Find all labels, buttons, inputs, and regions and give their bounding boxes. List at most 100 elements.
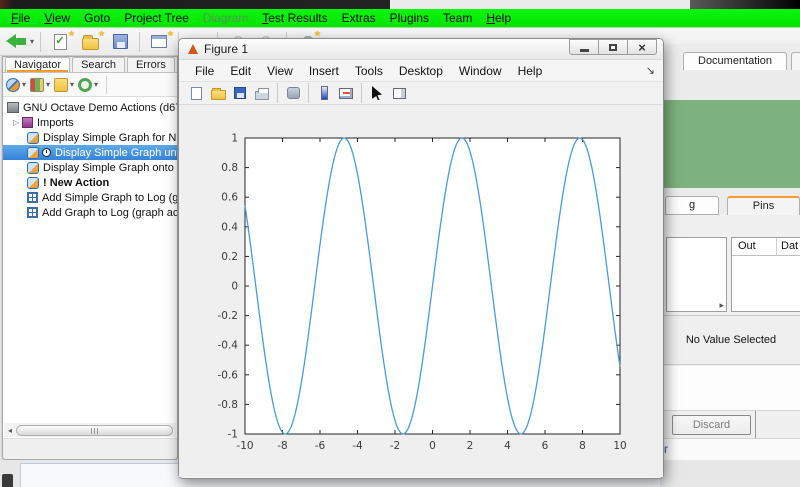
dock-figure-icon[interactable]: ↘: [646, 64, 655, 77]
tree-item[interactable]: ▷Imports: [3, 115, 177, 130]
folder-button[interactable]: ★: [77, 30, 103, 54]
pins-table[interactable]: Out Dat: [731, 237, 800, 312]
link-fragment[interactable]: r: [664, 442, 668, 456]
link-button[interactable]: [283, 83, 303, 103]
figure-menu-edit[interactable]: Edit: [222, 64, 259, 78]
link-row: r: [662, 438, 800, 460]
inspector-icon: [393, 88, 406, 99]
dropdown-caret-icon[interactable]: ▾: [94, 80, 98, 89]
save-button[interactable]: [107, 30, 133, 54]
tree-item-label: Display Simple Graph until: [55, 147, 177, 159]
refresh-button[interactable]: ▾: [78, 78, 98, 92]
tree-item[interactable]: Display Simple Graph until: [3, 145, 177, 160]
checkdoc-button[interactable]: ✓★: [47, 30, 73, 54]
scroll-right-icon[interactable]: ▸: [719, 300, 724, 311]
newwin-button[interactable]: ★: [146, 30, 172, 54]
discard-button[interactable]: Discard: [672, 415, 751, 435]
colorbar-button[interactable]: [314, 83, 334, 103]
svg-text:1: 1: [231, 133, 238, 145]
tree-item[interactable]: Display Simple Graph for N Se: [3, 130, 177, 145]
star-badge: ★: [314, 29, 321, 38]
back-icon: [6, 34, 28, 49]
tab-fragment[interactable]: [791, 52, 800, 70]
figure-menu-insert[interactable]: Insert: [301, 64, 347, 78]
horizontal-scrollbar[interactable]: ◂: [4, 423, 176, 437]
cursor-button[interactable]: [367, 83, 387, 103]
tab-documentation[interactable]: Documentation: [683, 52, 787, 70]
svg-text:0.2: 0.2: [221, 251, 238, 263]
restore-icon: [609, 44, 617, 51]
figure-titlebar[interactable]: Figure 1 ×: [179, 39, 663, 60]
bottom-left-widget: [2, 474, 13, 487]
newwin-icon: [151, 35, 167, 48]
figure-menu-help[interactable]: Help: [510, 64, 551, 78]
menu-item-project-tree[interactable]: Project Tree: [117, 11, 196, 25]
legend-button[interactable]: [336, 83, 356, 103]
figure-menu-tools[interactable]: Tools: [347, 64, 391, 78]
cabinet-icon: [7, 102, 19, 113]
checkdoc-icon: ✓: [54, 34, 67, 50]
restore-button[interactable]: [598, 39, 628, 55]
menu-item-plugins[interactable]: Plugins: [383, 11, 436, 25]
scroll-left-icon[interactable]: ◂: [4, 426, 16, 435]
tree-item-label: Display Simple Graph onto File: [43, 162, 177, 174]
save-button[interactable]: [230, 83, 250, 103]
dropdown-caret-icon[interactable]: ▾: [30, 37, 34, 46]
menu-item-file[interactable]: File: [4, 11, 37, 25]
figure-menu-view[interactable]: View: [259, 64, 301, 78]
close-button[interactable]: ×: [627, 39, 657, 55]
menu-item-goto[interactable]: Goto: [77, 11, 117, 25]
expander-icon[interactable]: ▷: [13, 118, 22, 127]
star-badge: ★: [68, 29, 75, 38]
dropdown-caret-icon[interactable]: ▾: [46, 80, 50, 89]
green-status-panel: [662, 100, 800, 188]
menu-item-view[interactable]: View: [37, 11, 77, 25]
tab-search[interactable]: Search: [72, 57, 125, 72]
new-test-button[interactable]: ▾: [6, 78, 26, 92]
new-table-button[interactable]: ▾: [30, 78, 50, 92]
new-icon: [191, 87, 202, 100]
svg-text:-4: -4: [352, 440, 363, 452]
menu-item-test-results[interactable]: Test Results: [255, 11, 334, 25]
svg-text:4: 4: [504, 440, 511, 452]
dropdown-caret-icon[interactable]: ▾: [22, 80, 26, 89]
clock-icon: [42, 148, 51, 157]
scrollbar-thumb[interactable]: [16, 425, 173, 436]
menu-item-help[interactable]: Help: [479, 11, 518, 25]
open-button[interactable]: [208, 83, 228, 103]
new-folder-button[interactable]: ▾: [54, 78, 74, 92]
cursor-icon: [372, 86, 382, 100]
menu-item-team[interactable]: Team: [436, 11, 479, 25]
tree-item[interactable]: Display Simple Graph onto File: [3, 160, 177, 175]
pins-list[interactable]: ▸: [666, 237, 727, 312]
inspector-button[interactable]: [389, 83, 409, 103]
tab-pins[interactable]: Pins: [727, 196, 800, 215]
refresh-icon: [78, 78, 92, 92]
tree-item[interactable]: ! New Action: [3, 175, 177, 190]
tree-item-label: Add Graph to Log (graph actio: [42, 207, 177, 219]
navigator-footer: [3, 438, 177, 459]
new-table-icon: [30, 78, 44, 92]
menu-item-extras[interactable]: Extras: [335, 11, 383, 25]
svg-text:6: 6: [542, 440, 549, 452]
minimize-button[interactable]: [569, 39, 599, 55]
navigator-tree: GNU Octave Demo Actions (d67_▷ImportsDis…: [3, 97, 177, 220]
figure-menu-window[interactable]: Window: [451, 64, 510, 78]
back-button[interactable]: ▾: [6, 30, 34, 54]
print-button[interactable]: [252, 83, 272, 103]
star-badge: ★: [98, 29, 105, 38]
folder-icon: [82, 38, 99, 50]
tree-item[interactable]: Add Graph to Log (graph actio: [3, 205, 177, 220]
svg-text:-0.8: -0.8: [218, 399, 239, 411]
figure-menu-desktop[interactable]: Desktop: [391, 64, 451, 78]
figure-menu-file[interactable]: File: [187, 64, 222, 78]
dropdown-caret-icon[interactable]: ▾: [70, 80, 74, 89]
new-button[interactable]: [186, 83, 206, 103]
tree-item[interactable]: Add Simple Graph to Log (grap: [3, 190, 177, 205]
sine-plot[interactable]: -10-8-6-4-20246810-1-0.8-0.6-0.4-0.200.2…: [179, 105, 663, 477]
tab-log[interactable]: g: [665, 196, 719, 215]
tab-errors[interactable]: Errors: [127, 57, 175, 72]
toolbar-separator: [308, 83, 309, 103]
tree-item[interactable]: GNU Octave Demo Actions (d67_: [3, 100, 177, 115]
tab-navigator[interactable]: Navigator: [5, 57, 70, 72]
